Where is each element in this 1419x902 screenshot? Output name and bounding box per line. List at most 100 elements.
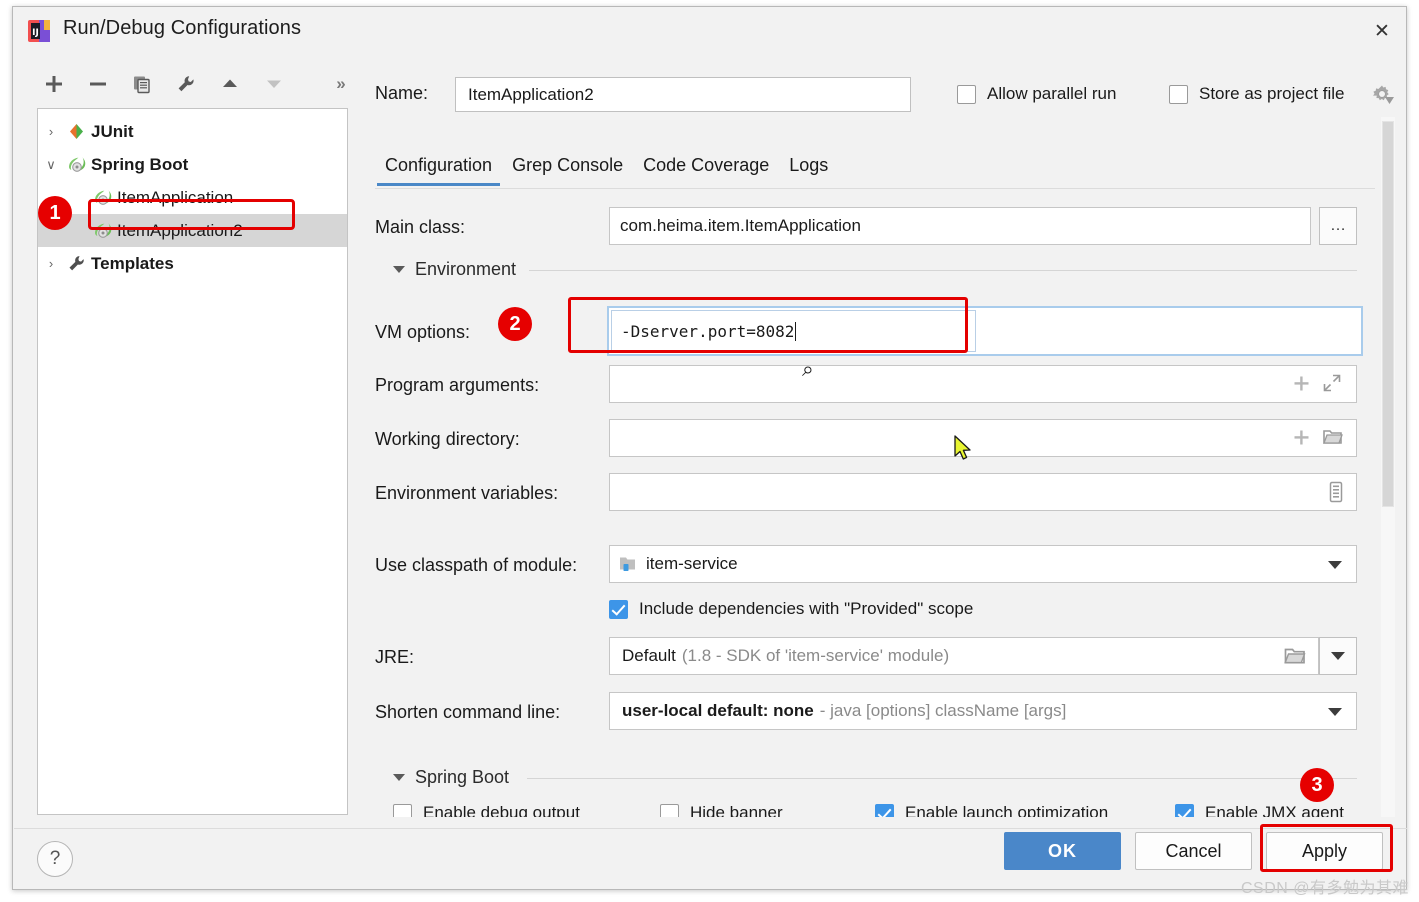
allow-parallel-run-label: Allow parallel run [987, 84, 1116, 104]
store-as-project-file-checkbox[interactable]: Store as project file [1169, 84, 1345, 104]
program-arguments-label: Program arguments: [375, 375, 539, 396]
ok-button[interactable]: OK [1004, 832, 1121, 870]
tree-item-label: JUnit [91, 122, 134, 142]
jre-dropdown-button[interactable] [1319, 637, 1357, 675]
tab-logs[interactable]: Logs [779, 155, 838, 186]
vm-options-input[interactable]: -Dserver.port=8082 [611, 310, 976, 352]
add-configuration-button[interactable] [37, 67, 71, 101]
working-directory-folder-icon[interactable] [1323, 428, 1343, 451]
watermark: CSDN @有多勉为其难 [1241, 874, 1409, 898]
content-scrollbar-thumb[interactable] [1382, 121, 1394, 507]
configurations-toolbar: » [37, 67, 367, 107]
help-button[interactable]: ? [37, 841, 73, 877]
working-directory-add-icon[interactable] [1293, 429, 1310, 451]
more-options-icon[interactable]: » [327, 67, 355, 101]
spring-checkbox-enable-jmx-agent[interactable]: Enable JMX agent [1175, 803, 1344, 817]
shorten-command-line-combobox[interactable]: user-local default: none - java [options… [609, 692, 1357, 730]
vm-options-label: VM options: [375, 322, 470, 343]
dialog-title: Run/Debug Configurations [63, 17, 301, 40]
tree-item-label: ItemApplication [117, 188, 233, 208]
main-class-label: Main class: [375, 217, 465, 238]
main-class-input[interactable]: com.heima.item.ItemApplication [609, 207, 1311, 245]
working-directory-field-icons [1293, 428, 1343, 451]
working-directory-input[interactable] [609, 419, 1357, 457]
spring-checkbox-enable-debug-output[interactable]: Enable debug output [393, 803, 580, 817]
name-label: Name: [375, 83, 428, 104]
spring-checkbox-box[interactable] [660, 804, 679, 818]
chevron-down-icon[interactable]: ∨ [38, 157, 64, 173]
tree-item-label: Spring Boot [91, 155, 188, 175]
store-as-project-file-box[interactable] [1169, 85, 1188, 104]
spring-checkbox-label: Enable JMX agent [1205, 803, 1344, 817]
footer-divider [14, 828, 1407, 829]
working-directory-label: Working directory: [375, 429, 520, 450]
svg-text:IJ: IJ [32, 28, 39, 38]
tab-grep-console[interactable]: Grep Console [502, 155, 633, 186]
use-classpath-label: Use classpath of module: [375, 555, 577, 576]
dialog-window: IJ Run/Debug Configurations ✕ [12, 6, 1407, 890]
environment-section-label: Environment [415, 259, 516, 280]
use-classpath-dropdown-arrow[interactable] [1328, 561, 1342, 569]
apply-button[interactable]: Apply [1266, 832, 1383, 870]
jre-dropdown-arrow [1331, 652, 1345, 660]
shorten-command-line-dropdown-arrow[interactable] [1328, 708, 1342, 716]
configurations-tree[interactable]: › JUnit ∨ Spring Boot ItemApplication ItemApp… [37, 108, 348, 815]
store-as-project-file-label: Store as project file [1199, 84, 1345, 104]
chevron-down-icon [393, 266, 405, 273]
spring-checkbox-box[interactable] [393, 804, 412, 818]
tree-item-label: ItemApplication2 [117, 221, 243, 241]
tree-item-itemapplication2[interactable]: ItemApplication2 [38, 214, 347, 247]
environment-variables-browse-icon[interactable] [1327, 481, 1345, 508]
annotation-badge-3: 3 [1300, 768, 1334, 802]
spring-checkbox-hide-banner[interactable]: Hide banner [660, 803, 783, 817]
tab-configuration[interactable]: Configuration [375, 155, 502, 186]
include-provided-checkbox[interactable]: Include dependencies with "Provided" sco… [609, 599, 973, 619]
spring-checkbox-box[interactable] [875, 804, 894, 818]
tree-item-itemapplication[interactable]: ItemApplication [38, 181, 347, 214]
environment-variables-input[interactable] [609, 473, 1357, 511]
run-debug-configurations-screen: IJ Run/Debug Configurations ✕ [0, 0, 1419, 902]
more-options-glyph: » [336, 74, 345, 94]
environment-section-header[interactable]: Environment [393, 259, 516, 280]
environment-variables-label: Environment variables: [375, 483, 558, 504]
shorten-command-line-label: Shorten command line: [375, 702, 560, 723]
allow-parallel-run-checkbox[interactable]: Allow parallel run [957, 84, 1116, 104]
tab-code-coverage[interactable]: Code Coverage [633, 155, 779, 186]
spring-boot-section-header[interactable]: Spring Boot [393, 767, 509, 788]
allow-parallel-run-box[interactable] [957, 85, 976, 104]
use-classpath-combobox[interactable]: item-service [609, 545, 1357, 583]
name-input[interactable]: ItemApplication2 [455, 77, 911, 112]
copy-configuration-icon[interactable] [125, 67, 159, 101]
jre-folder-icon[interactable] [1284, 646, 1306, 671]
tree-item-label: Templates [91, 254, 174, 274]
spring-boot-icon [90, 221, 114, 240]
include-provided-box[interactable] [609, 600, 628, 619]
move-up-icon[interactable] [213, 67, 247, 101]
program-arguments-add-icon[interactable] [1293, 375, 1310, 397]
main-class-browse-button[interactable]: … [1319, 207, 1357, 245]
tab-bar: ConfigurationGrep ConsoleCode CoverageLo… [375, 155, 1375, 190]
program-arguments-expand-icon[interactable] [1323, 374, 1341, 397]
jre-combobox[interactable]: Default (1.8 - SDK of 'item-service' mod… [609, 637, 1319, 675]
jre-value: Default [622, 646, 676, 666]
chevron-right-icon[interactable]: › [38, 256, 64, 271]
chevron-right-icon[interactable]: › [38, 124, 64, 139]
tree-item-junit[interactable]: › JUnit [38, 115, 347, 148]
remove-configuration-button[interactable] [81, 67, 115, 101]
shorten-command-line-hint: - java [options] className [args] [820, 701, 1067, 721]
cancel-button[interactable]: Cancel [1135, 832, 1252, 870]
tree-item-templates[interactable]: › Templates [38, 247, 347, 280]
spring-checkbox-box[interactable] [1175, 804, 1194, 818]
move-down-icon[interactable] [257, 67, 291, 101]
tree-rows: › JUnit ∨ Spring Boot ItemApplication ItemApp… [38, 115, 347, 280]
close-icon[interactable]: ✕ [1366, 16, 1398, 46]
edit-templates-wrench-icon[interactable] [169, 67, 203, 101]
spring-checkbox-label: Enable launch optimization [905, 803, 1108, 817]
spring-checkbox-enable-launch-optimization[interactable]: Enable launch optimization [875, 803, 1108, 817]
program-arguments-field-icons [1293, 374, 1341, 397]
program-arguments-input[interactable] [609, 365, 1357, 403]
chevron-down-icon-springboot [393, 774, 405, 781]
junit-icon [64, 122, 88, 141]
gear-icon[interactable] [1372, 84, 1392, 104]
tree-item-spring-boot[interactable]: ∨ Spring Boot [38, 148, 347, 181]
